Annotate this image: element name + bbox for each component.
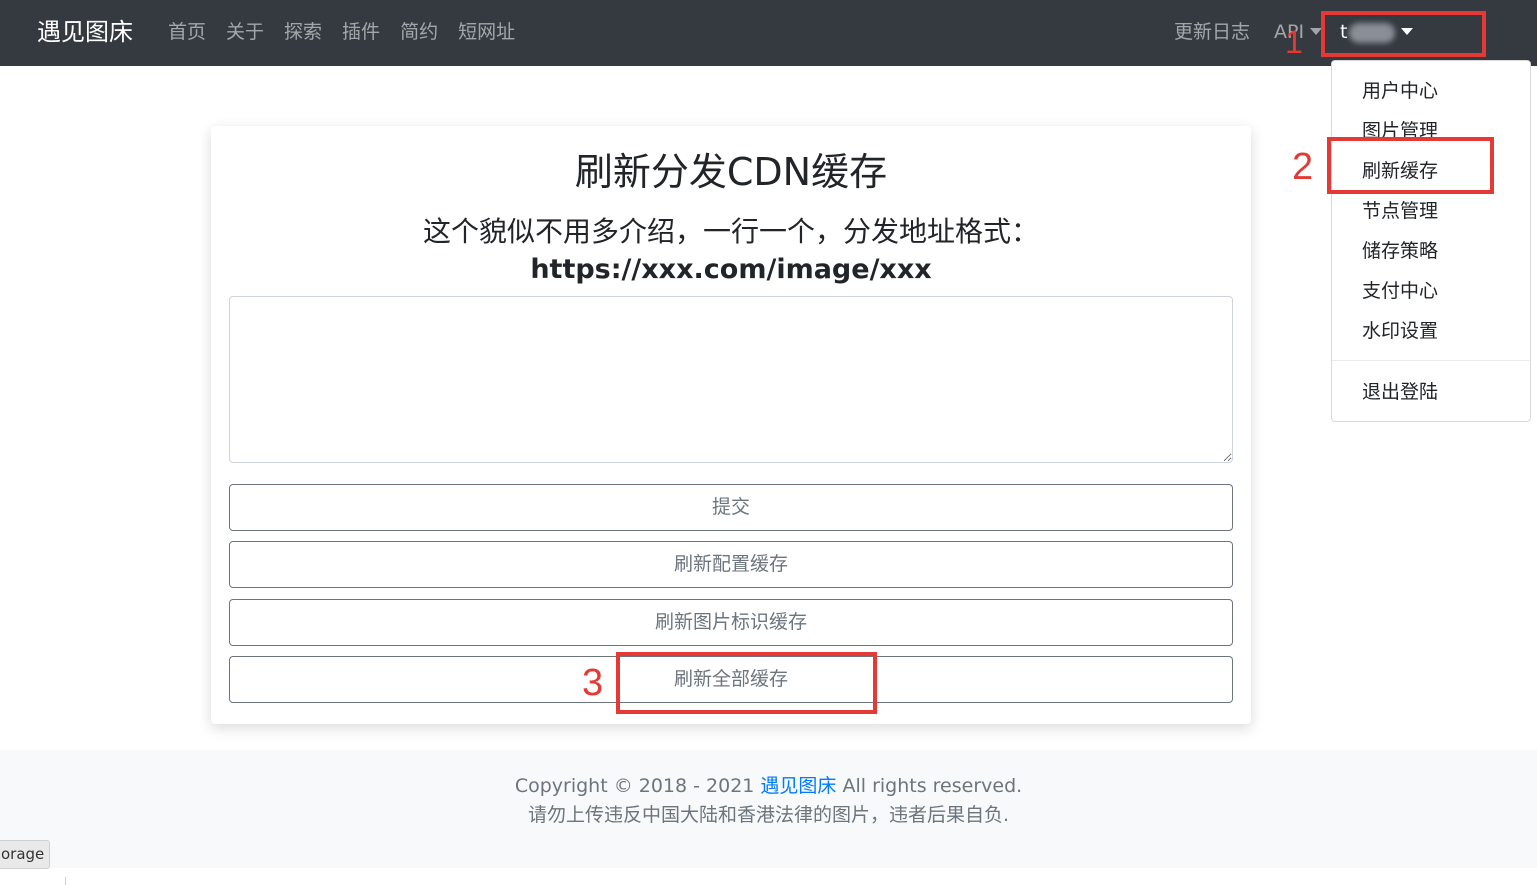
page-title: 刷新分发CDN缓存: [574, 150, 888, 194]
nav-changelog[interactable]: 更新日志: [1174, 18, 1250, 46]
footer-site-link[interactable]: 遇见图床: [760, 775, 836, 797]
nav-short-url[interactable]: 短网址: [458, 18, 515, 46]
copyright-prefix: Copyright © 2018 - 2021: [514, 775, 761, 797]
menu-logout[interactable]: 退出登陆: [1362, 378, 1438, 406]
menu-user-center[interactable]: 用户中心: [1362, 77, 1438, 105]
annotation-number-2: 2: [1292, 146, 1314, 188]
annotation-box-1: [1321, 11, 1486, 57]
divider: [65, 877, 66, 885]
brand-logo[interactable]: 遇见图床: [37, 14, 133, 50]
url-format-example: https://xxx.com/image/xxx: [530, 254, 932, 285]
cdn-refresh-card: 刷新分发CDN缓存 这个貌似不用多介绍，一行一个，分发地址格式： https:/…: [211, 126, 1251, 724]
storage-tab[interactable]: orage: [0, 840, 50, 869]
submit-button[interactable]: 提交: [229, 484, 1233, 531]
annotation-box-3: [616, 652, 877, 714]
url-list-textarea[interactable]: [229, 296, 1233, 463]
menu-watermark-settings[interactable]: 水印设置: [1362, 317, 1438, 345]
nav-about[interactable]: 关于: [226, 18, 264, 46]
annotation-box-2: [1327, 137, 1494, 194]
page-footer: Copyright © 2018 - 2021 遇见图床 All rights …: [0, 750, 1537, 868]
top-navbar: 遇见图床 首页 关于 探索 插件 简约 短网址 更新日志 API t: [0, 0, 1537, 66]
refresh-image-id-cache-button[interactable]: 刷新图片标识缓存: [229, 599, 1233, 646]
annotation-number-1: 1: [1285, 24, 1303, 60]
annotation-number-3: 3: [582, 662, 604, 704]
menu-divider: [1332, 360, 1530, 361]
copyright-suffix: All rights reserved.: [836, 775, 1023, 797]
nav-explore[interactable]: 探索: [284, 18, 322, 46]
menu-storage-policy[interactable]: 储存策略: [1362, 237, 1438, 265]
user-dropdown-menu: 用户中心 图片管理 刷新缓存 节点管理 储存策略 支付中心 水印设置 退出登陆: [1331, 60, 1531, 422]
menu-node-management[interactable]: 节点管理: [1362, 197, 1438, 225]
nav-plugins[interactable]: 插件: [342, 18, 380, 46]
nav-links: 首页 关于 探索 插件 简约 短网址: [168, 18, 535, 46]
menu-payment-center[interactable]: 支付中心: [1362, 277, 1438, 305]
nav-home[interactable]: 首页: [168, 18, 206, 46]
footer-notice: 请勿上传违反中国大陆和香港法律的图片，违者后果自负.: [527, 804, 1010, 826]
footer-copyright: Copyright © 2018 - 2021 遇见图床 All rights …: [0, 772, 1537, 800]
page-subtitle: 这个貌似不用多介绍，一行一个，分发地址格式：: [422, 215, 1039, 248]
refresh-config-cache-button[interactable]: 刷新配置缓存: [229, 541, 1233, 588]
nav-simple[interactable]: 简约: [400, 18, 438, 46]
